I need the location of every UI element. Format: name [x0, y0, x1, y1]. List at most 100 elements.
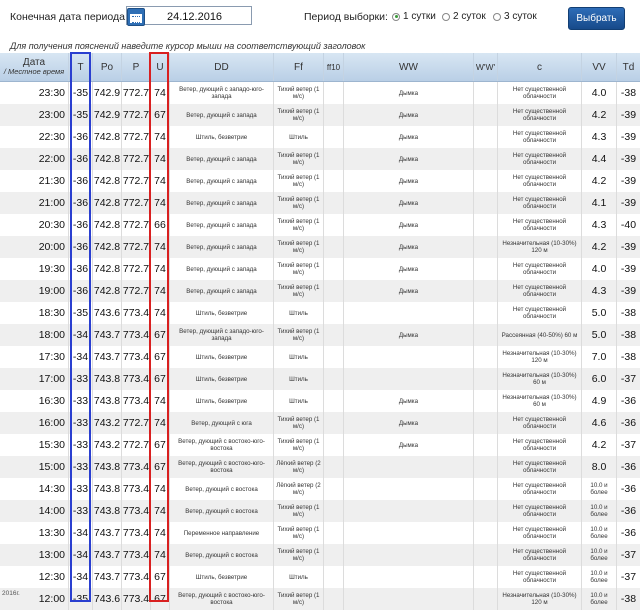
- calendar-icon[interactable]: [127, 8, 145, 26]
- cell-time: 19:30: [38, 263, 65, 275]
- cell-vv: 4.0: [581, 258, 616, 280]
- cell-ww: Дымка: [343, 324, 473, 346]
- cell-empty: [473, 236, 497, 258]
- cell-u: 67: [150, 104, 169, 126]
- cell-po: 742.8: [92, 126, 121, 148]
- radio-3-days[interactable]: 3 суток: [493, 11, 537, 22]
- cell-p: 773.4: [121, 346, 150, 368]
- cell-time: 18:30: [38, 307, 65, 319]
- cell-u: 67: [150, 368, 169, 390]
- cell-c: Нет существенной облачности: [497, 214, 581, 236]
- cell-t: -36: [68, 236, 92, 258]
- cell-ff: Штиль: [273, 126, 323, 148]
- cell-u: 74: [150, 478, 169, 500]
- cell-vv: 10.0 и более: [581, 566, 616, 588]
- cell-empty: [323, 82, 343, 104]
- cell-po: 743.7: [92, 324, 121, 346]
- cell-dd: Штиль, безветрие: [169, 346, 273, 368]
- cell-vv: 4.2: [581, 170, 616, 192]
- cell-empty: [323, 170, 343, 192]
- cell-vv: 4.9: [581, 390, 616, 412]
- cell-po: 743.7: [92, 346, 121, 368]
- cell-ff: Штиль: [273, 302, 323, 324]
- cell-time: 13:00: [38, 549, 65, 561]
- cell-vv: 5.0: [581, 324, 616, 346]
- cell-t: -36: [68, 258, 92, 280]
- cell-empty: [323, 302, 343, 324]
- cell-p: 772.7: [121, 280, 150, 302]
- cell-u: 74: [150, 522, 169, 544]
- cell-dd: Штиль, безветрие: [169, 390, 273, 412]
- cell-empty: [323, 280, 343, 302]
- cell-ww: [343, 346, 473, 368]
- cell-u: 74: [150, 126, 169, 148]
- cell-td: -36: [616, 412, 640, 434]
- cell-time: 16:30: [38, 395, 65, 407]
- cell-ff: Тихий ветер (1 м/с): [273, 170, 323, 192]
- cell-ww: Дымка: [343, 126, 473, 148]
- table-row: 21:30 -36 742.8 772.7 74 Ветер, дующий с запа…: [0, 170, 640, 192]
- cell-u: 74: [150, 82, 169, 104]
- cell-empty: [323, 412, 343, 434]
- table-row: 23:30 -35 742.9 772.7 74 Ветер, дующий с запа…: [0, 82, 640, 104]
- header-u[interactable]: U: [150, 53, 169, 81]
- table-row: 17:30 -34 743.7 773.4 67 Штиль, безветрие Штил…: [0, 346, 640, 368]
- table-row: 20:00 -36 742.8 772.7 74 Ветер, дующий с запа…: [0, 236, 640, 258]
- cell-u: 74: [150, 192, 169, 214]
- header-ff10[interactable]: ff10: [323, 53, 343, 81]
- header-date[interactable]: Дата / Местное время: [0, 53, 68, 81]
- header-p[interactable]: P: [121, 53, 150, 81]
- cell-empty: [323, 544, 343, 566]
- cell-ww: Дымка: [343, 434, 473, 456]
- header-ww[interactable]: WW: [343, 53, 473, 81]
- header-td[interactable]: Td: [616, 53, 640, 81]
- cell-t: -36: [68, 170, 92, 192]
- cell-ww: Дымка: [343, 280, 473, 302]
- cell-time: 17:30: [38, 351, 65, 363]
- cell-dd: Ветер, дующий с западо-юго-запада: [169, 82, 273, 104]
- cell-time: 15:00: [38, 461, 65, 473]
- cell-empty: [473, 544, 497, 566]
- cell-p: 772.7: [121, 258, 150, 280]
- cell-p: 773.4: [121, 500, 150, 522]
- cell-ww: [343, 302, 473, 324]
- cell-vv: 6.0: [581, 368, 616, 390]
- cell-empty: [323, 236, 343, 258]
- cell-c: Нет существенной облачности: [497, 192, 581, 214]
- cell-c: Нет существенной облачности: [497, 412, 581, 434]
- cell-u: 67: [150, 566, 169, 588]
- cell-vv: 10.0 и более: [581, 500, 616, 522]
- cell-td: -38: [616, 82, 640, 104]
- cell-vv: 4.2: [581, 434, 616, 456]
- cell-p: 772.7: [121, 170, 150, 192]
- header-w1w2[interactable]: W'W': [473, 53, 497, 81]
- cell-td: -39: [616, 192, 640, 214]
- cell-u: 74: [150, 544, 169, 566]
- radio-dot-icon: [442, 12, 450, 21]
- cell-empty: [473, 588, 497, 610]
- cell-td: -38: [616, 324, 640, 346]
- cell-po: 743.2: [92, 412, 121, 434]
- header-c[interactable]: c: [497, 53, 581, 81]
- cell-empty: [473, 500, 497, 522]
- cell-empty: [473, 390, 497, 412]
- radio-1-day[interactable]: 1 сутки: [392, 11, 436, 22]
- cell-td: -39: [616, 170, 640, 192]
- table-row: 19:00 -36 742.8 772.7 74 Ветер, дующий с запа…: [0, 280, 640, 302]
- cell-vv: 4.4: [581, 148, 616, 170]
- cell-t: -36: [68, 214, 92, 236]
- cell-ff: Тихий ветер (1 м/с): [273, 324, 323, 346]
- cell-t: -33: [68, 390, 92, 412]
- radio-2-days[interactable]: 2 суток: [442, 11, 486, 22]
- header-ff[interactable]: Ff: [273, 53, 323, 81]
- radio-dot-icon: [493, 12, 501, 21]
- header-po[interactable]: Po: [92, 53, 121, 81]
- header-t[interactable]: T: [68, 53, 92, 81]
- cell-c: Нет существенной облачности: [497, 522, 581, 544]
- header-vv[interactable]: VV: [581, 53, 616, 81]
- cell-dd: Ветер, дующий с запада: [169, 236, 273, 258]
- cell-ww: Дымка: [343, 214, 473, 236]
- header-dd[interactable]: DD: [169, 53, 273, 81]
- cell-time: 13:30: [38, 527, 65, 539]
- select-button[interactable]: Выбрать: [568, 7, 625, 30]
